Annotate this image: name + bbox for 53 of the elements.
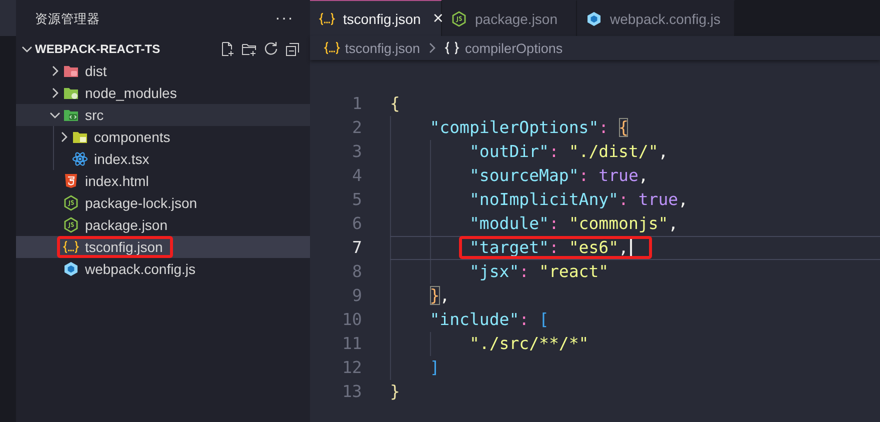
breadcrumb-item[interactable]: compilerOptions (444, 40, 563, 56)
line-number: 4 (351, 165, 362, 187)
hexagon-icon (451, 10, 467, 26)
breadcrumb-item[interactable]: tsconfig.json (324, 40, 420, 56)
line-number: 10 (341, 309, 362, 331)
line-number: 7 (351, 237, 362, 259)
code-line: } (390, 381, 401, 403)
tree-item[interactable]: src (16, 104, 310, 126)
tree-item[interactable]: package-lock.json (16, 192, 310, 214)
new-folder-icon[interactable] (241, 41, 257, 57)
line-number: 2 (351, 117, 362, 139)
collapse-all-icon[interactable] (285, 41, 301, 57)
hexagon-icon (63, 195, 79, 211)
folder-icon (72, 129, 88, 145)
hexagon-icon (63, 217, 79, 233)
code-line: { (390, 93, 401, 115)
tree-item[interactable]: tsconfig.json (16, 236, 310, 258)
editor-tab[interactable]: package.json (442, 0, 577, 36)
line-number: 8 (351, 261, 362, 283)
line-number: 3 (351, 141, 362, 163)
braces-icon (324, 40, 340, 56)
line-number: 5 (351, 189, 362, 211)
line-number: 9 (351, 285, 362, 307)
tree-item[interactable]: dist (16, 60, 310, 82)
project-header[interactable]: WEBPACK-REACT-TS (16, 38, 310, 60)
editor-tab[interactable]: tsconfig.json × (310, 0, 442, 36)
close-button[interactable]: × (432, 8, 444, 29)
cube-icon (63, 261, 79, 277)
braces-icon (319, 10, 335, 26)
folder-icon (63, 107, 79, 123)
tree-item[interactable]: webpack.config.js (16, 258, 310, 280)
tree-item[interactable]: node_modules (16, 82, 310, 104)
folder-icon (63, 85, 79, 101)
tree-item[interactable]: index.html (16, 170, 310, 192)
atom-icon (72, 151, 88, 167)
line-number: 6 (351, 213, 362, 235)
shield-icon (63, 173, 79, 189)
folder-icon (63, 63, 79, 79)
line-number: 11 (341, 333, 362, 355)
braces-icon (444, 40, 460, 56)
line-number: 12 (341, 357, 362, 379)
tree-item[interactable]: components (16, 126, 310, 148)
line-number: 1 (351, 93, 362, 115)
refresh-icon[interactable] (263, 41, 279, 57)
panel-title: 资源管理器 (35, 10, 100, 28)
editor-tab[interactable]: webpack.config.js (577, 0, 735, 36)
tree-item[interactable]: index.tsx (16, 148, 310, 170)
cube-icon (586, 10, 602, 26)
more-actions-button[interactable]: ··· (275, 10, 294, 28)
line-number: 13 (341, 381, 362, 403)
tree-item[interactable]: package.json (16, 214, 310, 236)
new-file-icon[interactable] (219, 41, 235, 57)
braces-icon (63, 239, 79, 255)
